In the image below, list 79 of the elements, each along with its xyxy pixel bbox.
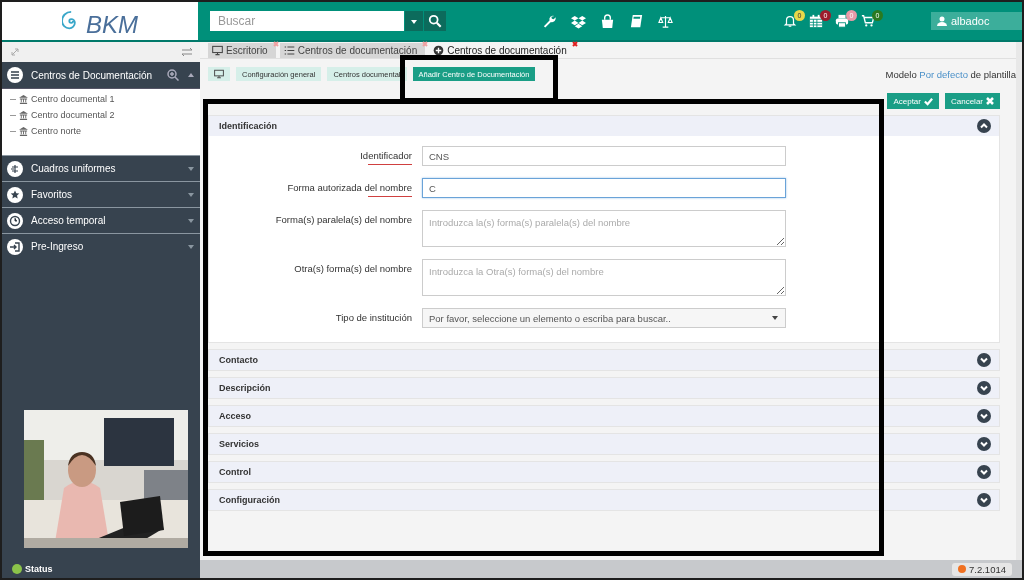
template-text: Modelo Por defecto de plantilla: [885, 69, 1016, 80]
book-icon[interactable]: [628, 13, 644, 29]
bag-icon[interactable]: [599, 13, 615, 29]
section-header[interactable]: Descripción: [209, 378, 999, 398]
select-field[interactable]: Por favor, seleccione un elemento o escriba para buscar..: [422, 308, 786, 328]
close-icon[interactable]: [422, 41, 429, 47]
building-icon: [19, 126, 28, 136]
building-icon: [19, 94, 28, 104]
clock-icon: [7, 212, 23, 229]
text-field[interactable]: C: [422, 178, 786, 198]
sidebar-section[interactable]: Favoritos: [2, 181, 200, 207]
building-icon: [19, 110, 28, 120]
scheme-icon: [7, 160, 23, 177]
printer-icon[interactable]: [834, 14, 849, 28]
check-icon: [924, 96, 933, 106]
close-icon[interactable]: [272, 41, 279, 47]
tab[interactable]: Escritorio: [208, 43, 276, 58]
user-icon: [936, 16, 947, 26]
dropdown-button[interactable]: [404, 11, 423, 31]
chevron-down-icon[interactable]: [977, 493, 991, 507]
text-area[interactable]: Introduzca la Otra(s) forma(s) del nombre: [422, 259, 786, 296]
section-header[interactable]: Servicios: [209, 434, 999, 454]
sign-in-icon: [7, 238, 23, 255]
chevron-down-icon[interactable]: [977, 409, 991, 423]
section-header[interactable]: Control: [209, 462, 999, 482]
plus-circle-icon: [433, 45, 445, 56]
section-header[interactable]: Contacto: [209, 350, 999, 370]
scale-icon[interactable]: [657, 13, 673, 29]
field-label: Forma(s) paralela(s) del nombre: [274, 213, 412, 225]
caret-icon: [409, 17, 418, 25]
chevron-down-icon[interactable]: [977, 381, 991, 395]
boxes-icon[interactable]: [570, 13, 586, 29]
sidebar-section[interactable]: Acceso temporal: [2, 207, 200, 233]
field-label: Tipo de institución: [334, 311, 412, 323]
list-icon: [7, 67, 23, 83]
search-field[interactable]: Buscar: [209, 11, 404, 31]
home-crumb[interactable]: [208, 67, 230, 81]
chevron-down-icon[interactable]: [977, 465, 991, 479]
sidebar-section[interactable]: Pre-Ingreso: [2, 233, 200, 259]
caret-icon[interactable]: [187, 71, 195, 79]
section-header[interactable]: Acceso: [209, 406, 999, 426]
user-name: albadoc: [950, 15, 990, 27]
list-icon: [283, 45, 295, 56]
section-header[interactable]: Configuración: [209, 490, 999, 510]
tree-item[interactable]: Centro norte: [10, 123, 200, 139]
text-field[interactable]: CNS: [422, 146, 786, 166]
caret-icon: [187, 190, 195, 199]
chevron-down-icon[interactable]: [977, 437, 991, 451]
swap-icon[interactable]: [182, 47, 192, 57]
tree-item[interactable]: Centro documental 1: [10, 91, 200, 107]
zoom-in-icon[interactable]: [167, 69, 179, 81]
tab[interactable]: Centros de documentación: [279, 43, 426, 58]
sidebar-section[interactable]: Cuadros uniformes: [2, 155, 200, 181]
search-button[interactable]: [423, 11, 446, 31]
caret-icon: [771, 314, 779, 322]
caret-icon: [187, 164, 195, 173]
close-icon: [986, 97, 994, 105]
status-dot: [958, 565, 966, 573]
version-text: 7.2.1014: [969, 563, 1006, 575]
field-label: Otra(s) forma(s) del nombre: [293, 262, 412, 274]
search-icon: [427, 14, 442, 28]
text-area[interactable]: Introduzca la(s) forma(s) paralela(s) del nombre: [422, 210, 786, 247]
section-header[interactable]: Identificación: [209, 116, 999, 136]
calendar-icon[interactable]: [808, 14, 823, 28]
logo-text: BKM: [85, 11, 138, 39]
chevron-down-icon[interactable]: [977, 353, 991, 367]
status-dot: [12, 564, 22, 574]
caret-icon: [187, 242, 195, 251]
chevron-up-icon[interactable]: [977, 119, 991, 133]
monitor-icon: [214, 69, 224, 79]
close-icon[interactable]: [571, 41, 578, 47]
caret-icon: [187, 216, 195, 225]
wrench-icon[interactable]: [541, 13, 557, 29]
bell-icon[interactable]: [782, 14, 797, 28]
tree-title: Centros de Documentación: [31, 69, 154, 81]
monitor-icon: [212, 45, 223, 56]
cart-icon[interactable]: [860, 14, 875, 28]
tree-item[interactable]: Centro documental 2: [10, 107, 200, 123]
status-label: Status: [25, 564, 53, 574]
